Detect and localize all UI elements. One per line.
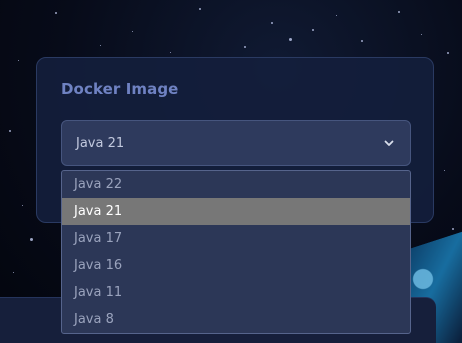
chevron-down-icon xyxy=(382,136,396,150)
docker-image-options: Java 22 Java 21 Java 17 Java 16 Java 11 … xyxy=(61,170,411,334)
select-value: Java 21 xyxy=(76,135,125,151)
option-java-22[interactable]: Java 22 xyxy=(62,171,410,198)
option-java-11[interactable]: Java 11 xyxy=(62,279,410,306)
option-java-16[interactable]: Java 16 xyxy=(62,252,410,279)
option-java-8[interactable]: Java 8 xyxy=(62,306,410,333)
option-java-17[interactable]: Java 17 xyxy=(62,225,410,252)
card-title: Docker Image xyxy=(61,80,179,98)
docker-image-select[interactable]: Java 21 xyxy=(61,120,411,166)
option-java-21[interactable]: Java 21 xyxy=(62,198,410,225)
